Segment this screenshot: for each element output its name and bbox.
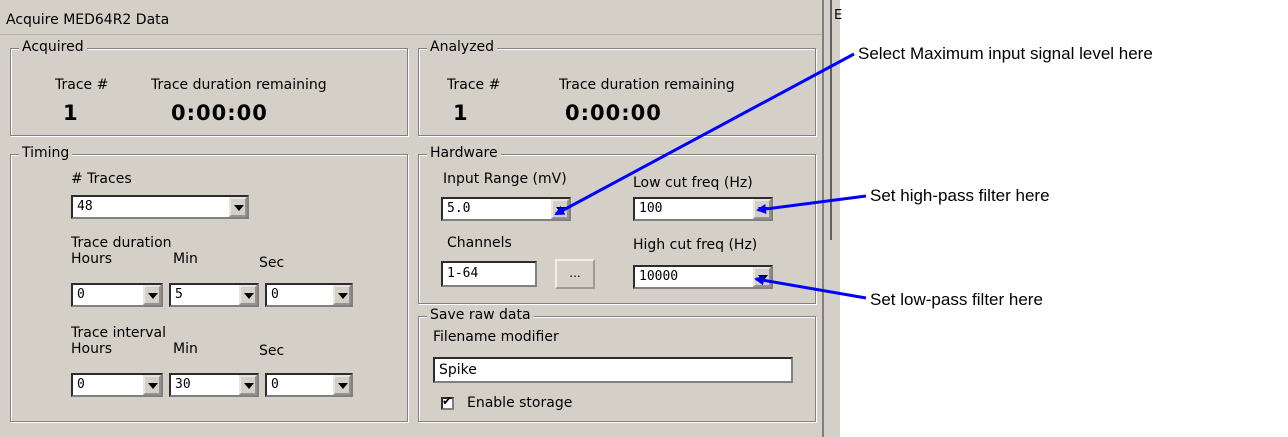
arrow-high-pass: [756, 194, 867, 214]
arrow-max-input: [554, 52, 855, 216]
annotation-arrows: [554, 52, 867, 300]
arrow-low-pass: [754, 275, 867, 300]
